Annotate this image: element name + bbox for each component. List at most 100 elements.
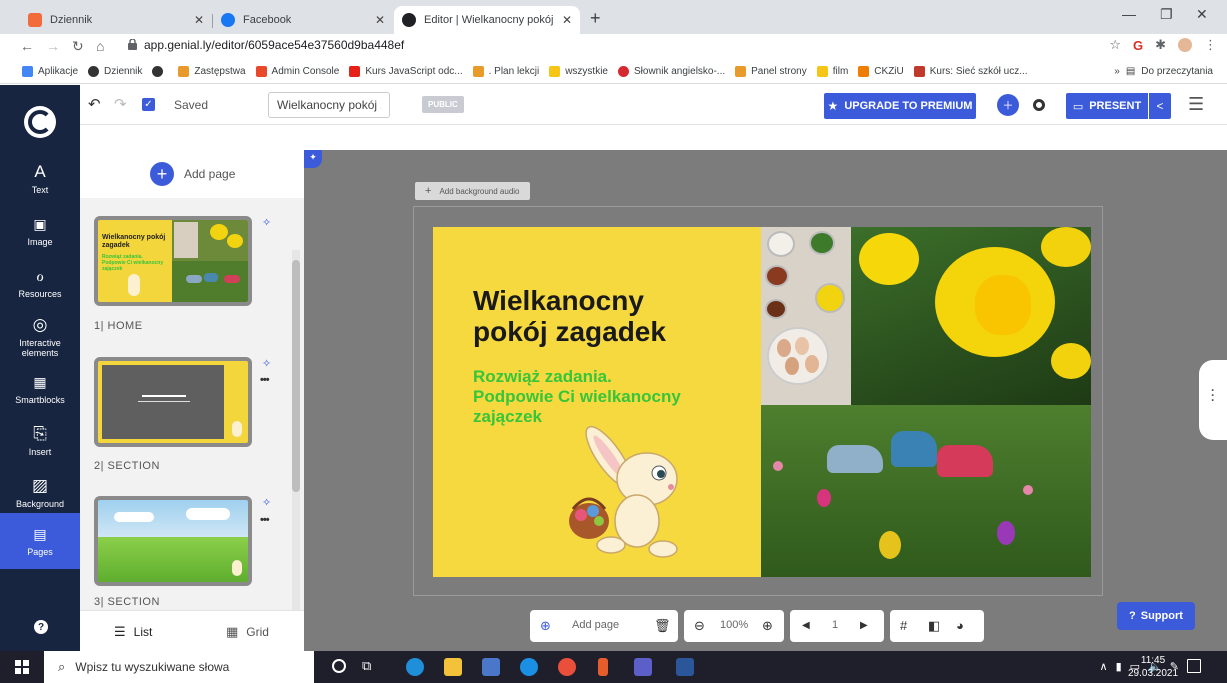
add-collaborator-icon[interactable]: ＋: [997, 94, 1019, 116]
nav-image[interactable]: ▣ Image: [0, 205, 80, 257]
list-view-button[interactable]: ☰ List: [114, 624, 152, 640]
upgrade-premium-button[interactable]: ★ UPGRADE TO PREMIUM: [824, 93, 976, 119]
back-arrow-icon[interactable]: ←: [20, 38, 34, 54]
nav-smartblocks[interactable]: ▦ Smartblocks: [0, 363, 80, 415]
share-icon[interactable]: <: [1149, 93, 1171, 119]
magic-wand-icon[interactable]: ✧: [262, 357, 271, 370]
file-explorer-icon[interactable]: [444, 658, 462, 676]
trash-icon[interactable]: 🗑: [654, 618, 671, 634]
close-tab-icon[interactable]: ✕: [194, 13, 204, 27]
slide[interactable]: Wielkanocny pokój zagadek Rozwiąż zadani…: [433, 227, 1091, 577]
bookmark-kurs-siec[interactable]: Kurs: Sieć szkół ucz...: [913, 66, 1028, 77]
app-icon[interactable]: [598, 658, 608, 676]
undo-icon[interactable]: ↶: [88, 95, 101, 113]
grid-guides-icon[interactable]: #: [900, 618, 907, 633]
current-page-number[interactable]: 1: [832, 619, 838, 631]
app-icon[interactable]: [520, 658, 538, 676]
palette-icon[interactable]: ◕: [956, 618, 964, 633]
preview-eye-icon[interactable]: [1033, 99, 1045, 111]
visibility-badge[interactable]: PUBLIC: [422, 96, 464, 113]
bookmark-dziennik[interactable]: Dziennik: [88, 66, 142, 77]
slide-title[interactable]: Wielkanocny pokój zagadek: [473, 285, 666, 347]
bookmark-wszystkie[interactable]: wszystkie: [549, 66, 608, 77]
reading-list[interactable]: » ▤ Do przeczytania: [1114, 66, 1213, 77]
chevron-up-icon[interactable]: ∧: [1100, 660, 1108, 673]
help-icon[interactable]: ?: [34, 620, 48, 634]
bookmark-kurs-javascript[interactable]: Kurs JavaScript odc...: [349, 66, 463, 77]
pin-icon[interactable]: ✦: [304, 150, 322, 168]
reload-icon[interactable]: ↻: [72, 38, 84, 55]
close-tab-icon[interactable]: ✕: [375, 13, 385, 27]
right-panel-handle[interactable]: · · ·: [1199, 360, 1227, 440]
present-button[interactable]: ▭ PRESENT: [1066, 93, 1148, 119]
grid-view-button[interactable]: ▦ Grid: [226, 624, 269, 640]
bookmark-plan-lekcji[interactable]: . Plan lekcji: [472, 66, 539, 77]
profile-avatar[interactable]: [1178, 38, 1192, 52]
nav-background[interactable]: ▨ Background: [0, 467, 80, 519]
teams-icon[interactable]: [634, 658, 652, 676]
task-view-icon[interactable]: ⧉: [362, 658, 371, 674]
photo-shoes-on-grass[interactable]: [761, 405, 1091, 577]
page-thumbnail-3[interactable]: [94, 496, 252, 586]
project-title-input[interactable]: [268, 92, 390, 118]
bookmark-panel-strony[interactable]: Panel strony: [735, 66, 807, 77]
easter-bunny-illustration[interactable]: [551, 417, 701, 567]
scrollbar-thumb[interactable]: [292, 260, 300, 492]
nav-resources[interactable]: ℴ Resources: [0, 257, 80, 309]
browser-menu-icon[interactable]: ⋮: [1204, 37, 1217, 53]
system-clock[interactable]: 11:45 29.03.2021: [1128, 654, 1178, 680]
genially-logo[interactable]: [24, 106, 56, 138]
tab-facebook[interactable]: Facebook ✕: [213, 6, 393, 34]
bookmark-blank[interactable]: [152, 66, 168, 77]
more-options-icon[interactable]: •••: [260, 374, 270, 386]
extensions-puzzle-icon[interactable]: ✱: [1155, 37, 1166, 53]
magic-wand-icon[interactable]: ✧: [262, 216, 271, 229]
maximize-icon[interactable]: ❐: [1160, 6, 1173, 23]
page-thumbnail-1[interactable]: Wielkanocny pokój zagadek Rozwiąż zadani…: [94, 216, 252, 306]
photo-food-bowls[interactable]: [761, 227, 851, 405]
bookmark-star-icon[interactable]: ☆: [1109, 37, 1121, 53]
add-page-button[interactable]: Add page: [572, 619, 619, 631]
nav-text[interactable]: A Text: [0, 153, 80, 205]
bookmark-aplikacje[interactable]: Aplikacje: [22, 66, 78, 77]
chrome-icon[interactable]: [558, 658, 576, 676]
home-icon[interactable]: ⌂: [96, 38, 104, 54]
taskbar-search[interactable]: ⌕ Wpisz tu wyszukiwane słowa: [44, 651, 314, 683]
page-list-scrollbar[interactable]: [292, 250, 300, 610]
tab-genially-editor[interactable]: Editor | Wielkanocny pokój zagad ✕: [394, 6, 580, 34]
magic-wand-icon[interactable]: ✧: [262, 496, 271, 509]
new-tab-button[interactable]: +: [590, 8, 601, 29]
close-window-icon[interactable]: ✕: [1196, 6, 1208, 23]
nav-interactive-elements[interactable]: ◎ Interactive elements: [0, 309, 80, 365]
next-page-icon[interactable]: ▶: [860, 620, 868, 631]
redo-icon[interactable]: ↷: [114, 95, 127, 113]
previous-page-icon[interactable]: ◀: [802, 620, 810, 631]
nav-insert[interactable]: ⎘ Insert: [0, 415, 80, 467]
bookmark-zastepstwa[interactable]: Zastępstwa: [178, 66, 246, 77]
nav-pages[interactable]: ▤ Pages: [0, 513, 80, 569]
photo-daffodils[interactable]: [851, 227, 1091, 405]
zoom-out-icon[interactable]: ⊖: [694, 618, 705, 634]
hamburger-menu-icon[interactable]: ☰: [1188, 94, 1204, 115]
more-options-icon[interactable]: •••: [260, 514, 270, 526]
forward-arrow-icon[interactable]: →: [46, 38, 60, 54]
add-page-plus-icon[interactable]: +: [150, 162, 174, 186]
cortana-icon[interactable]: [332, 659, 346, 673]
edge-icon[interactable]: [406, 658, 424, 676]
zoom-in-icon[interactable]: ⊕: [762, 618, 773, 634]
notifications-icon[interactable]: [1187, 659, 1201, 673]
add-page-row[interactable]: + Add page: [80, 150, 304, 198]
page-thumbnail-2[interactable]: [94, 357, 252, 447]
layout-icon[interactable]: ◧: [928, 618, 940, 634]
url-field[interactable]: app.genial.ly/editor/6059ace54e37560d9ba…: [144, 38, 404, 52]
tab-dziennik[interactable]: Dziennik ✕: [20, 6, 212, 34]
add-page-plus-icon[interactable]: ⊕: [540, 618, 551, 634]
bookmark-film[interactable]: film: [816, 66, 848, 77]
bookmark-ckziu[interactable]: CKZiU: [858, 66, 904, 77]
minimize-icon[interactable]: —: [1122, 6, 1136, 22]
add-background-audio-button[interactable]: + Add background audio: [415, 182, 530, 200]
close-tab-icon[interactable]: ✕: [562, 13, 572, 27]
bookmark-slownik[interactable]: Słownik angielsko-...: [617, 66, 725, 77]
word-icon[interactable]: [676, 658, 694, 676]
battery-icon[interactable]: ▮: [1116, 660, 1122, 673]
